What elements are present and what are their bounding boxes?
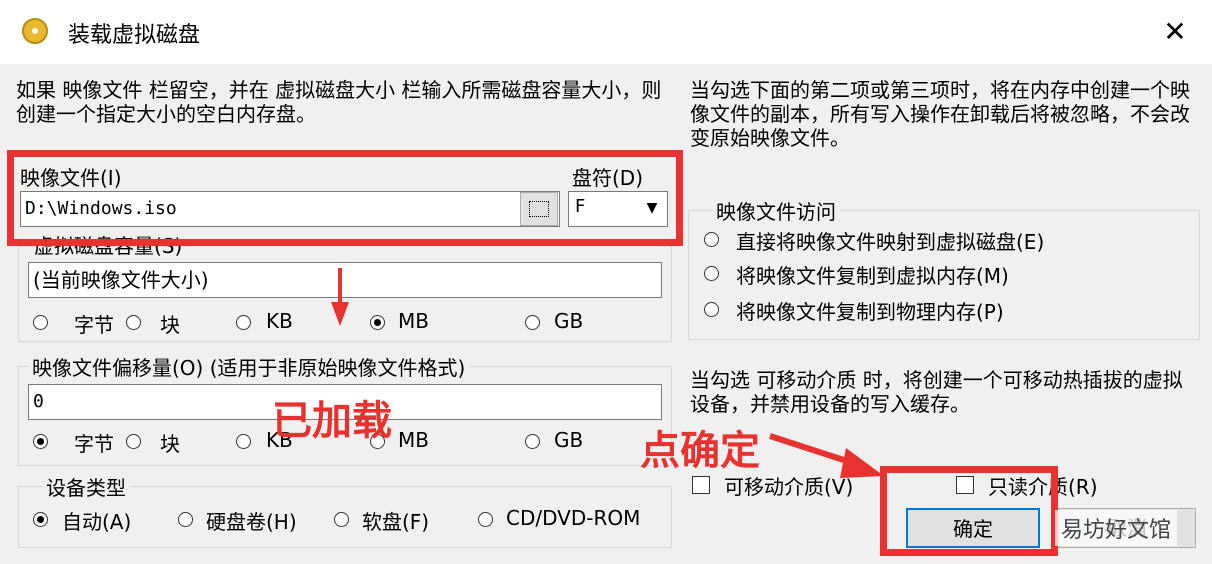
right-arrow-icon [769, 433, 884, 478]
mount-virtual-disk-dialog: 装载虚拟磁盘 ✕ 如果 映像文件 栏留空，并在 虚拟磁盘大小 栏输入所需磁盘容量… [0, 0, 1212, 564]
down-arrow-icon [331, 268, 349, 326]
watermark: 易坊好文馆 [1055, 510, 1178, 546]
loaded-annotation: 已加载 [272, 398, 392, 444]
click-ok-annotation: 点确定 [640, 428, 760, 474]
annotation-arrows [331, 268, 884, 478]
